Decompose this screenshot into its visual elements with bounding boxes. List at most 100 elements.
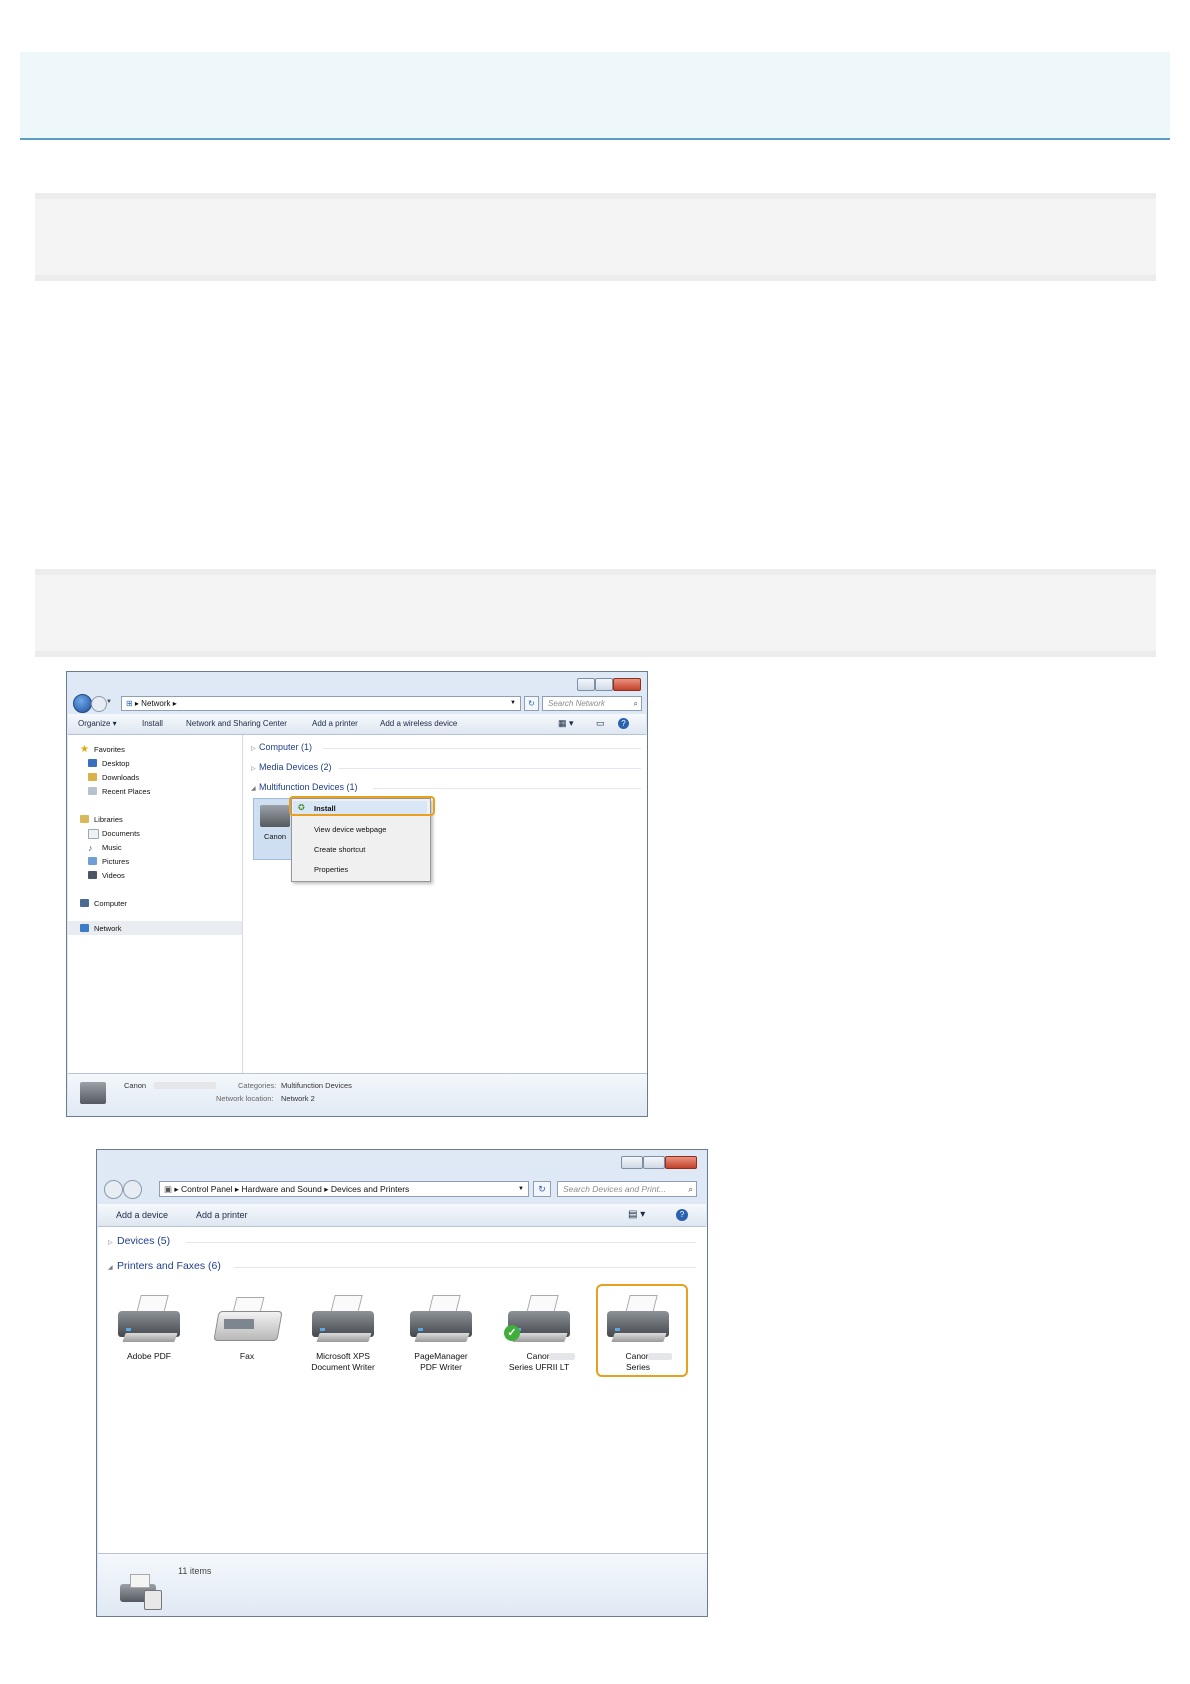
breadcrumb-devices-printers[interactable]: Devices and Printers: [331, 1184, 409, 1194]
selected-printer-highlight-frame: [596, 1284, 688, 1377]
maximize-button[interactable]: [643, 1156, 665, 1169]
views-icon[interactable]: ▦ ▾: [558, 718, 574, 729]
close-button[interactable]: [613, 678, 641, 691]
search-input[interactable]: Search Devices and Print... ⌕: [557, 1181, 697, 1197]
printer-label-xps-writer[interactable]: Microsoft XPS Document Writer: [297, 1351, 389, 1373]
help-icon[interactable]: ?: [618, 718, 629, 729]
default-printer-check-icon: ✓: [504, 1325, 520, 1341]
nav-downloads[interactable]: Downloads: [102, 773, 139, 782]
back-button[interactable]: [73, 694, 92, 713]
printer-label-pagemanager[interactable]: PageManager PDF Writer: [395, 1351, 487, 1373]
add-device-button[interactable]: Add a device: [116, 1210, 168, 1220]
downloads-icon: [88, 773, 97, 781]
printer-label-fax[interactable]: Fax: [201, 1351, 293, 1362]
menu-item-properties[interactable]: Properties: [314, 865, 348, 874]
menu-item-create-shortcut[interactable]: Create shortcut: [314, 845, 365, 854]
nav-music[interactable]: Music: [102, 843, 122, 852]
printer-label-adobe-pdf[interactable]: Adobe PDF: [103, 1351, 195, 1362]
details-categories-value: Multifunction Devices: [281, 1081, 352, 1090]
help-icon[interactable]: ?: [676, 1209, 688, 1221]
install-button[interactable]: Install: [142, 719, 163, 728]
nav-recent-places[interactable]: Recent Places: [102, 787, 150, 796]
group-divider: [234, 1267, 696, 1268]
network-explorer-window: ▼ ⊞ ▸ Network ▸ ▼ ↻ Search Network ⌕ Org…: [66, 671, 648, 1117]
group-devices[interactable]: Devices (5): [117, 1235, 170, 1247]
group-multifunction-devices[interactable]: Multifunction Devices (1): [259, 782, 358, 792]
devices-printers-window: ▣ ▸ Control Panel ▸ Hardware and Sound ▸…: [96, 1149, 708, 1617]
minimize-button[interactable]: [577, 678, 595, 691]
back-button[interactable]: [104, 1180, 123, 1199]
search-icon: ⌕: [688, 1184, 693, 1194]
network-sharing-center-button[interactable]: Network and Sharing Center: [186, 719, 287, 728]
recent-pages-dropdown[interactable]: ▼: [106, 699, 112, 705]
favorites-star-icon: ★: [80, 744, 89, 755]
add-printer-button[interactable]: Add a printer: [312, 719, 358, 728]
redacted-model: [549, 1353, 575, 1360]
refresh-button[interactable]: ↻: [524, 696, 539, 711]
add-printer-button[interactable]: Add a printer: [196, 1210, 248, 1220]
control-panel-icon: ▣: [164, 1184, 173, 1194]
address-dropdown-icon[interactable]: ▼: [510, 697, 516, 710]
fax-icon[interactable]: [212, 1297, 283, 1349]
add-wireless-device-button[interactable]: Add a wireless device: [380, 719, 457, 728]
content-pane: ▷ Devices (5) ◢ Printers and Faxes (6) A…: [98, 1227, 707, 1553]
printer-icon[interactable]: [114, 1293, 184, 1349]
close-button[interactable]: [665, 1156, 697, 1169]
forward-button[interactable]: [91, 696, 107, 712]
nav-libraries[interactable]: Libraries: [94, 815, 123, 824]
collapsed-arrow-icon: ▷: [251, 766, 256, 772]
printer-label-canon-ufr[interactable]: Canon Series UFRII LT: [493, 1351, 585, 1373]
refresh-button[interactable]: ↻: [533, 1181, 551, 1197]
group-media-devices[interactable]: Media Devices (2): [259, 762, 332, 772]
nav-network[interactable]: Network: [94, 924, 122, 933]
install-highlight-frame: [289, 796, 435, 816]
breadcrumb-network[interactable]: Network: [141, 699, 170, 708]
address-bar[interactable]: ▣ ▸ Control Panel ▸ Hardware and Sound ▸…: [159, 1181, 529, 1197]
collapsed-arrow-icon: ▷: [108, 1240, 113, 1246]
page-header-banner: [20, 52, 1170, 140]
details-device-name: Canon: [124, 1081, 147, 1090]
group-printers-faxes[interactable]: Printers and Faxes (6): [117, 1260, 221, 1272]
organize-button[interactable]: Organize ▾: [78, 719, 117, 728]
views-icon[interactable]: ▤ ▾: [628, 1209, 645, 1220]
videos-icon: [88, 871, 97, 879]
multifunction-printer-icon: [80, 1082, 106, 1104]
pictures-icon: [88, 857, 97, 865]
multifunction-printer-icon: [260, 805, 290, 827]
computer-icon: [80, 899, 89, 907]
printer-icon[interactable]: [308, 1293, 378, 1349]
group-computer[interactable]: Computer (1): [259, 742, 312, 752]
nav-videos[interactable]: Videos: [102, 871, 125, 880]
details-location-label: Network location:: [216, 1094, 274, 1103]
group-divider: [186, 1242, 696, 1243]
network-icon: ⊞: [126, 699, 133, 708]
device-label: Canon: [263, 832, 287, 841]
network-icon: [80, 924, 89, 932]
preview-pane-icon[interactable]: ▭: [596, 718, 605, 729]
address-bar[interactable]: ⊞ ▸ Network ▸ ▼: [121, 696, 521, 711]
nav-computer[interactable]: Computer: [94, 899, 127, 908]
navigation-pane: ★ Favorites Desktop Downloads Recent Pla…: [68, 735, 243, 1073]
address-dropdown-icon[interactable]: ▼: [518, 1182, 524, 1196]
section-heading-bar: [35, 193, 1156, 281]
desktop-icon: [88, 759, 97, 767]
maximize-button[interactable]: [595, 678, 613, 691]
nav-favorites[interactable]: Favorites: [94, 745, 125, 754]
details-location-value: Network 2: [281, 1094, 315, 1103]
expanded-arrow-icon: ◢: [108, 1265, 113, 1271]
recent-places-icon: [88, 787, 97, 795]
content-pane: ▷ Computer (1) ▷ Media Devices (2) ◢ Mul…: [243, 735, 647, 1073]
printer-icon[interactable]: ✓: [504, 1293, 574, 1349]
minimize-button[interactable]: [621, 1156, 643, 1169]
libraries-icon: [80, 815, 89, 823]
search-input[interactable]: Search Network ⌕: [542, 696, 642, 711]
music-icon: ♪: [88, 843, 93, 853]
breadcrumb-control-panel[interactable]: Control Panel: [181, 1184, 233, 1194]
breadcrumb-hardware-sound[interactable]: Hardware and Sound: [242, 1184, 322, 1194]
forward-button[interactable]: [123, 1180, 142, 1199]
nav-desktop[interactable]: Desktop: [102, 759, 130, 768]
menu-item-view-webpage[interactable]: View device webpage: [314, 825, 386, 834]
nav-pictures[interactable]: Pictures: [102, 857, 129, 866]
nav-documents[interactable]: Documents: [102, 829, 140, 838]
printer-icon[interactable]: [406, 1293, 476, 1349]
